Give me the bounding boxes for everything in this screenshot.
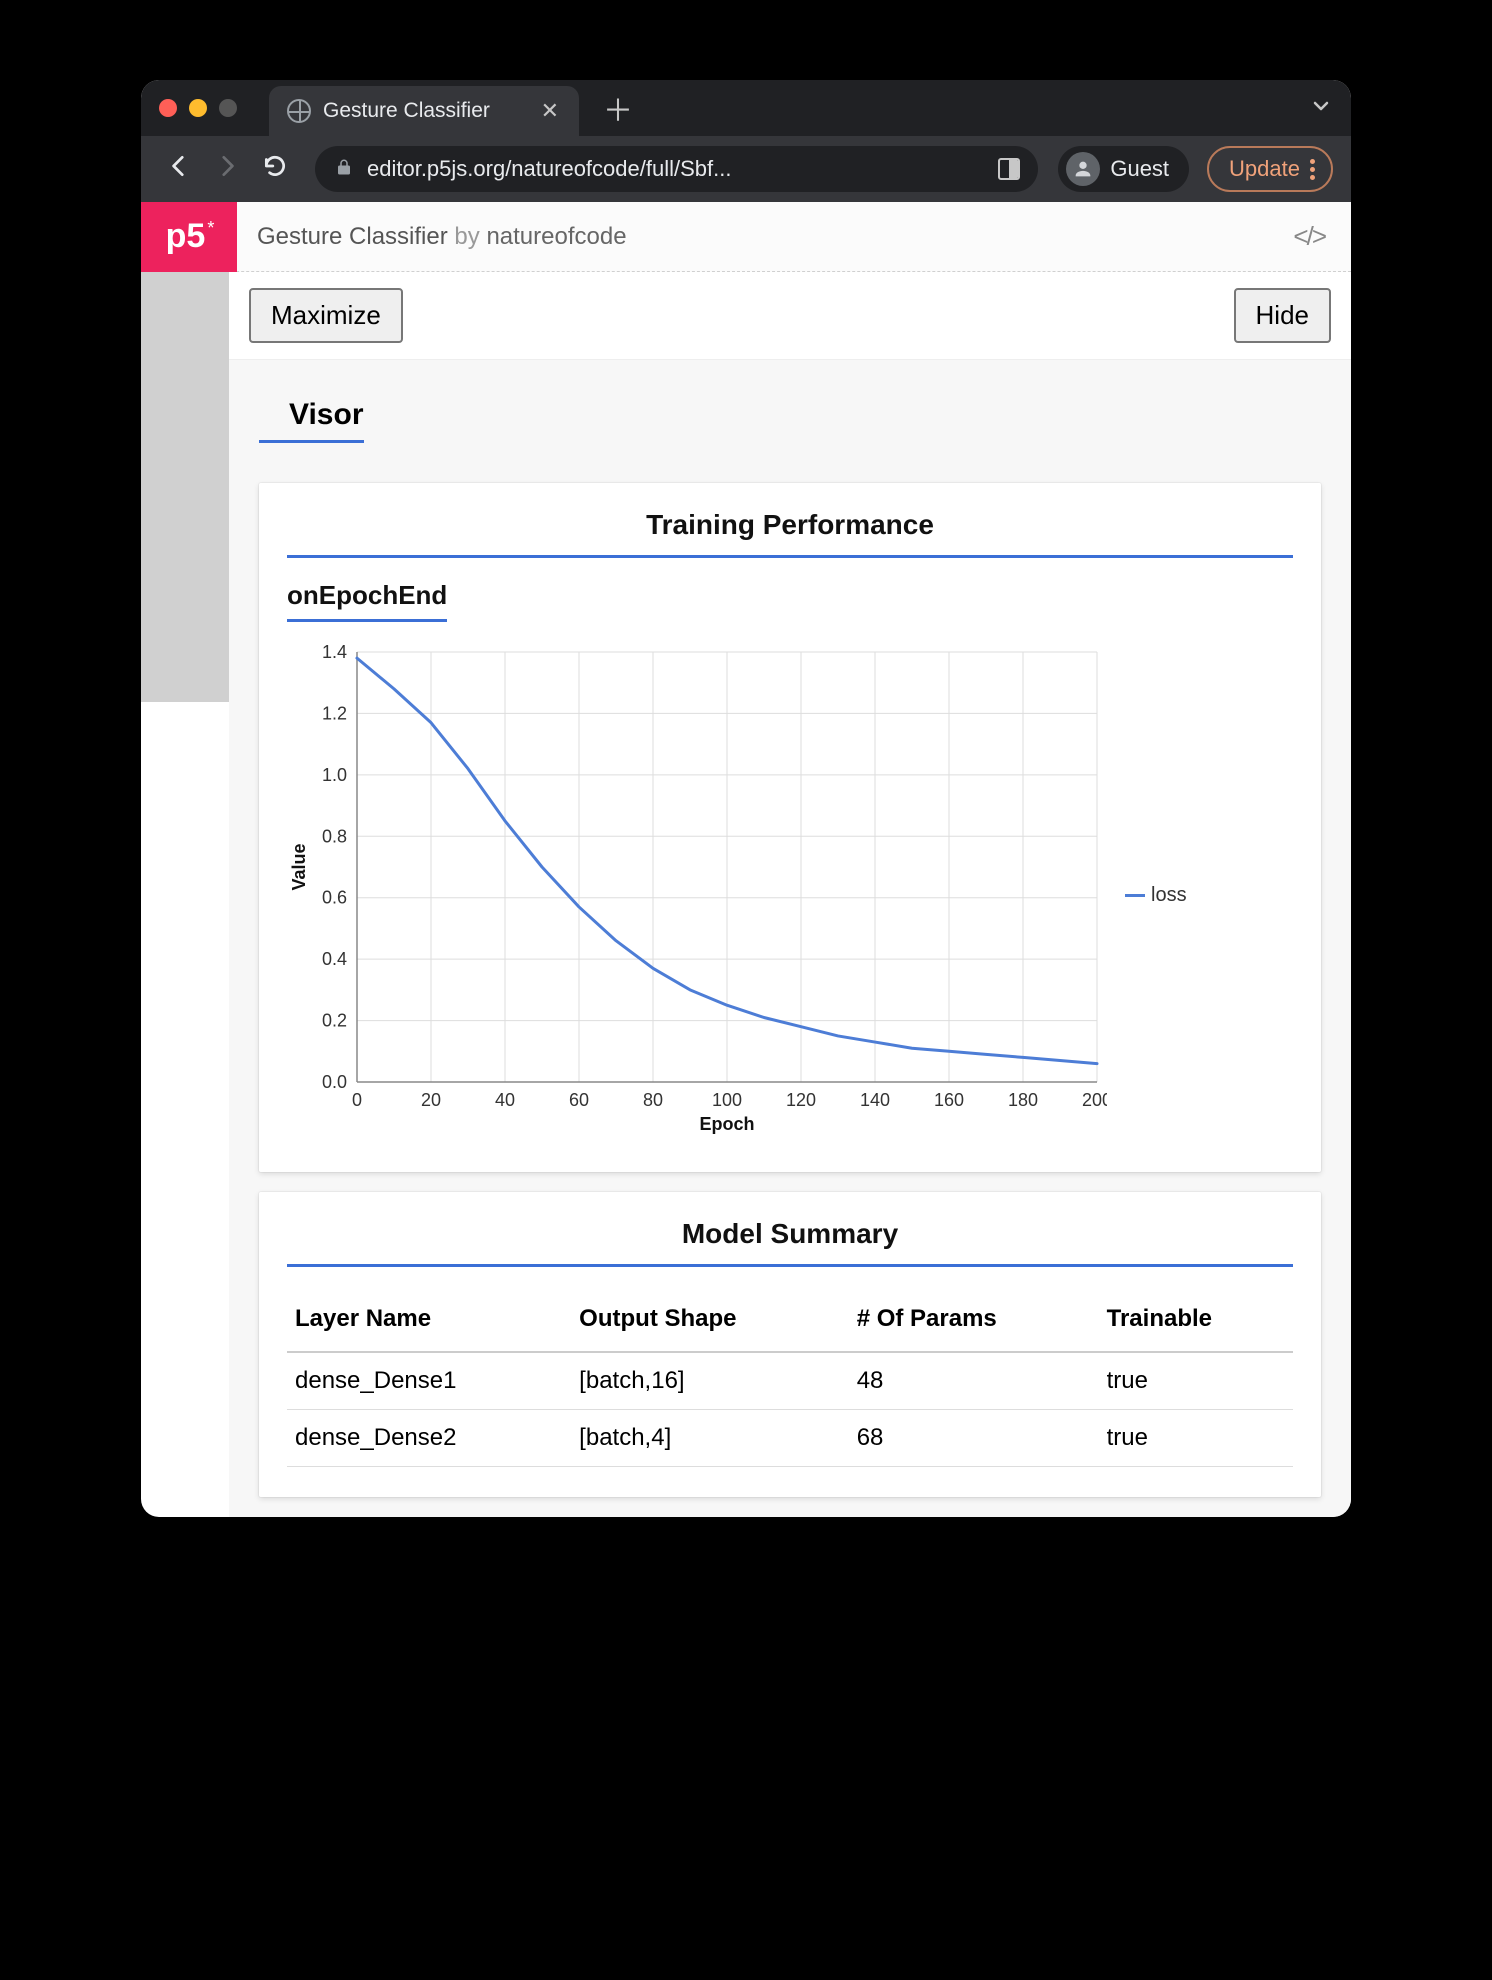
forward-button[interactable] — [207, 153, 247, 186]
legend-label: loss — [1151, 884, 1187, 907]
model-summary-card: Model Summary Layer NameOutput Shape# Of… — [259, 1192, 1321, 1497]
svg-text:180: 180 — [1008, 1090, 1038, 1110]
svg-text:20: 20 — [421, 1090, 441, 1110]
tabs-dropdown-icon[interactable] — [1309, 94, 1333, 123]
globe-icon — [287, 99, 311, 123]
avatar-icon — [1066, 152, 1100, 186]
content-row: Maximize Hide Visor Training Performance… — [141, 272, 1351, 1517]
lock-icon — [335, 158, 353, 181]
new-tab-button[interactable]: ＋ — [593, 86, 633, 130]
maximize-button[interactable]: Maximize — [249, 288, 403, 343]
update-label: Update — [1229, 156, 1300, 182]
svg-text:40: 40 — [495, 1090, 515, 1110]
svg-text:0.4: 0.4 — [322, 949, 347, 969]
by-label: by — [454, 223, 479, 250]
svg-text:0.2: 0.2 — [322, 1011, 347, 1031]
loss-chart: 0 20 40 60 80 100 120 140 160 180 200 0.0 0.2 0.4 0.6 0… — [287, 642, 1293, 1142]
browser-tab[interactable]: Gesture Classifier ✕ — [269, 86, 579, 136]
tab-strip: Gesture Classifier ✕ ＋ — [141, 80, 1351, 136]
table-header: Layer Name — [287, 1289, 571, 1352]
code-view-icon[interactable]: </> — [1293, 221, 1325, 252]
svg-text:60: 60 — [569, 1090, 589, 1110]
table-header: Output Shape — [571, 1289, 849, 1352]
legend-swatch-icon — [1125, 894, 1145, 897]
sketch-author[interactable]: natureofcode — [486, 223, 626, 250]
address-bar[interactable]: editor.p5js.org/natureofcode/full/Sbf... — [315, 146, 1038, 192]
table-cell: true — [1099, 1352, 1293, 1410]
browser-window: Gesture Classifier ✕ ＋ editor.p5j — [141, 80, 1351, 1517]
p5-header: p5* Gesture Classifier by natureofcode <… — [141, 202, 1351, 272]
url-text: editor.p5js.org/natureofcode/full/Sbf... — [367, 156, 731, 182]
p5-logo-star: * — [207, 218, 214, 239]
sketch-canvas[interactable] — [141, 272, 229, 702]
table-cell: 68 — [849, 1410, 1099, 1467]
svg-text:1.4: 1.4 — [322, 642, 347, 662]
table-header: # Of Params — [849, 1289, 1099, 1352]
hide-button[interactable]: Hide — [1234, 288, 1331, 343]
svg-text:1.0: 1.0 — [322, 765, 347, 785]
svg-text:120: 120 — [786, 1090, 816, 1110]
table-cell: dense_Dense1 — [287, 1352, 571, 1410]
card-title: Training Performance — [287, 509, 1293, 558]
svg-text:100: 100 — [712, 1090, 742, 1110]
window-controls — [159, 99, 237, 117]
sketch-title: Gesture Classifier — [257, 223, 448, 250]
table-row: dense_Dense2[batch,4]68true — [287, 1410, 1293, 1467]
table-cell: dense_Dense2 — [287, 1410, 571, 1467]
reload-button[interactable] — [255, 153, 295, 186]
minimize-window-icon[interactable] — [189, 99, 207, 117]
back-button[interactable] — [159, 153, 199, 186]
svg-text:1.2: 1.2 — [322, 703, 347, 723]
profile-chip[interactable]: Guest — [1058, 146, 1189, 192]
tab-title: Gesture Classifier — [323, 99, 490, 123]
table-cell: [batch,4] — [571, 1410, 849, 1467]
table-cell: true — [1099, 1410, 1293, 1467]
chart-svg: 0 20 40 60 80 100 120 140 160 180 200 0.0 0.2 0.4 0.6 0… — [287, 642, 1107, 1142]
fullscreen-window-icon[interactable] — [219, 99, 237, 117]
update-button[interactable]: Update — [1207, 146, 1333, 192]
sketch-info: Gesture Classifier by natureofcode — [237, 223, 627, 251]
svg-text:Epoch: Epoch — [699, 1114, 754, 1134]
table-cell: [batch,16] — [571, 1352, 849, 1410]
table-row: dense_Dense1[batch,16]48true — [287, 1352, 1293, 1410]
card-title: Model Summary — [287, 1218, 1293, 1267]
card-subtitle: onEpochEnd — [287, 580, 447, 622]
profile-label: Guest — [1110, 156, 1169, 182]
svg-text:0.6: 0.6 — [322, 888, 347, 908]
table-header: Trainable — [1099, 1289, 1293, 1352]
svg-text:200: 200 — [1082, 1090, 1107, 1110]
svg-text:140: 140 — [860, 1090, 890, 1110]
close-tab-icon[interactable]: ✕ — [541, 98, 559, 124]
more-icon — [1310, 159, 1315, 180]
svg-text:160: 160 — [934, 1090, 964, 1110]
p5-logo-text: p5 — [166, 217, 206, 256]
svg-text:Value: Value — [289, 843, 309, 890]
side-panel-icon[interactable] — [998, 158, 1020, 180]
browser-toolbar: editor.p5js.org/natureofcode/full/Sbf...… — [141, 136, 1351, 202]
visor-tab[interactable]: Visor — [259, 370, 364, 443]
model-summary-table: Layer NameOutput Shape# Of ParamsTrainab… — [287, 1289, 1293, 1467]
visor-panel: Maximize Hide Visor Training Performance… — [229, 272, 1351, 1517]
p5-logo[interactable]: p5* — [141, 202, 237, 272]
svg-text:0.0: 0.0 — [322, 1072, 347, 1092]
visor-toolbar: Maximize Hide — [229, 272, 1351, 360]
svg-text:0: 0 — [352, 1090, 362, 1110]
svg-text:80: 80 — [643, 1090, 663, 1110]
svg-text:0.8: 0.8 — [322, 826, 347, 846]
close-window-icon[interactable] — [159, 99, 177, 117]
chrome-titlebar: Gesture Classifier ✕ ＋ editor.p5j — [141, 80, 1351, 202]
table-cell: 48 — [849, 1352, 1099, 1410]
chart-legend: loss — [1125, 642, 1187, 1142]
training-performance-card: Training Performance onEpochEnd 0 20 40 60 8… — [259, 483, 1321, 1172]
